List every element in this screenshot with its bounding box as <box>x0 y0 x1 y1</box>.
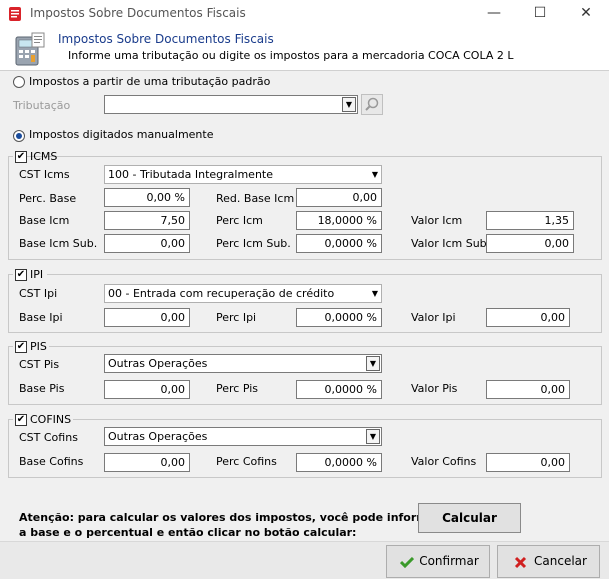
cst-ipi-label: CST Ipi <box>19 287 58 300</box>
perc-icm-input[interactable]: 18,0000 % <box>296 211 382 230</box>
cofins-group-header: ✔ COFINS <box>13 413 73 426</box>
chevron-down-icon: ▼ <box>371 289 378 298</box>
cst-cofins-select[interactable]: Outras Operações ▼ <box>104 427 382 446</box>
base-icm-label: Base Icm <box>19 214 70 227</box>
perc-cofins-label: Perc Cofins <box>216 455 277 468</box>
valor-icm-sub-input[interactable]: 0,00 <box>486 234 574 253</box>
window-title: Impostos Sobre Documentos Fiscais <box>30 6 246 20</box>
chevron-down-icon: ▼ <box>366 429 380 444</box>
icms-group-label: ICMS <box>30 150 58 163</box>
ipi-group-header: ✔ IPI <box>13 268 47 281</box>
close-button[interactable]: ✕ <box>563 0 609 28</box>
cofins-group-label: COFINS <box>30 413 72 426</box>
notice-line-2: a base e o percentual e então clicar no … <box>19 526 357 539</box>
perc-ipi-input[interactable]: 0,0000 % <box>296 308 382 327</box>
cofins-checkbox[interactable]: ✔ <box>15 414 27 426</box>
perc-ipi-label: Perc Ipi <box>216 311 257 324</box>
perc-icm-sub-label: Perc Icm Sub. <box>216 237 291 250</box>
ipi-group-label: IPI <box>30 268 44 281</box>
header-title: Impostos Sobre Documentos Fiscais <box>58 32 274 46</box>
perc-base-label: Perc. Base <box>19 192 77 205</box>
ipi-checkbox[interactable]: ✔ <box>15 269 27 281</box>
cst-ipi-value: 00 - Entrada com recuperação de crédito <box>108 287 335 300</box>
perc-base-input[interactable]: 0,00 % <box>104 188 190 207</box>
title-bar: Impostos Sobre Documentos Fiscais — ☐ ✕ <box>0 0 609 28</box>
cancelar-button[interactable]: Cancelar <box>497 545 600 578</box>
maximize-button[interactable]: ☐ <box>517 0 563 28</box>
cancelar-label: Cancelar <box>534 554 587 568</box>
perc-icm-sub-input[interactable]: 0,0000 % <box>296 234 382 253</box>
radio-impostos-manuais-label: Impostos digitados manualmente <box>29 128 214 141</box>
pis-checkbox[interactable]: ✔ <box>15 341 27 353</box>
base-ipi-input[interactable]: 0,00 <box>104 308 190 327</box>
valor-ipi-input[interactable]: 0,00 <box>486 308 570 327</box>
cst-pis-select[interactable]: Outras Operações ▼ <box>104 354 382 373</box>
valor-icm-label: Valor Icm <box>411 214 463 227</box>
valor-pis-input[interactable]: 0,00 <box>486 380 570 399</box>
tributacao-label: Tributação <box>13 99 71 112</box>
perc-pis-label: Perc Pis <box>216 382 259 395</box>
base-icm-input[interactable]: 7,50 <box>104 211 190 230</box>
cst-icms-select[interactable]: 100 - Tributada Integralmente ▼ <box>104 165 382 184</box>
calcular-button[interactable]: Calcular <box>418 503 521 533</box>
icms-group-header: ✔ ICMS <box>13 150 57 163</box>
valor-icm-sub-label: Valor Icm Sub. <box>411 237 491 250</box>
base-ipi-label: Base Ipi <box>19 311 63 324</box>
perc-pis-input[interactable]: 0,0000 % <box>296 380 382 399</box>
base-pis-input[interactable]: 0,00 <box>104 380 190 399</box>
red-base-icm-input[interactable]: 0,00 <box>296 188 382 207</box>
app-icon <box>9 7 21 21</box>
cst-cofins-label: CST Cofins <box>19 431 78 444</box>
base-icm-sub-input[interactable]: 0,00 <box>104 234 190 253</box>
tributacao-search-button[interactable] <box>361 94 383 115</box>
minimize-button[interactable]: — <box>471 0 517 28</box>
calcular-label: Calcular <box>442 511 497 525</box>
cst-ipi-select[interactable]: 00 - Entrada com recuperação de crédito … <box>104 284 382 303</box>
close-icon: ✕ <box>580 5 592 21</box>
base-cofins-label: Base Cofins <box>19 455 84 468</box>
maximize-icon: ☐ <box>533 5 547 21</box>
dialog-header: Impostos Sobre Documentos Fiscais Inform… <box>0 28 609 71</box>
radio-tributacao-padrao-label: Impostos a partir de uma tributação padr… <box>29 75 271 88</box>
valor-icm-input[interactable]: 1,35 <box>486 211 574 230</box>
base-cofins-input[interactable]: 0,00 <box>104 453 190 472</box>
cst-cofins-value: Outras Operações <box>108 430 208 443</box>
base-pis-label: Base Pis <box>19 382 65 395</box>
valor-cofins-label: Valor Cofins <box>411 455 477 468</box>
calculation-notice: Atenção: para calcular os valores dos im… <box>19 510 441 540</box>
notice-line-1: Atenção: para calcular os valores dos im… <box>19 511 441 524</box>
icms-checkbox[interactable]: ✔ <box>15 151 27 163</box>
cst-pis-value: Outras Operações <box>108 357 208 370</box>
search-icon <box>365 97 379 111</box>
check-icon <box>400 557 414 568</box>
radio-impostos-manuais[interactable] <box>13 130 25 142</box>
perc-cofins-input[interactable]: 0,0000 % <box>296 453 382 472</box>
radio-tributacao-padrao[interactable] <box>13 76 25 88</box>
cst-icms-label: CST Icms <box>19 168 70 181</box>
minimize-icon: — <box>487 5 501 21</box>
chevron-down-icon: ▼ <box>371 170 378 179</box>
pis-group-header: ✔ PIS <box>13 340 49 353</box>
pis-group-label: PIS <box>30 340 47 353</box>
cancel-icon <box>514 556 527 569</box>
cst-icms-value: 100 - Tributada Integralmente <box>108 168 273 181</box>
header-subtitle: Informe uma tributação ou digite os impo… <box>68 49 514 62</box>
chevron-down-icon: ▼ <box>366 356 380 371</box>
valor-ipi-label: Valor Ipi <box>411 311 456 324</box>
confirmar-button[interactable]: Confirmar <box>386 545 490 578</box>
base-icm-sub-label: Base Icm Sub. <box>19 237 98 250</box>
valor-pis-label: Valor Pis <box>411 382 458 395</box>
confirmar-label: Confirmar <box>419 554 479 568</box>
calculator-icon <box>15 32 45 66</box>
red-base-icm-label: Red. Base Icm <box>216 192 295 205</box>
valor-cofins-input[interactable]: 0,00 <box>486 453 570 472</box>
perc-icm-label: Perc Icm <box>216 214 263 227</box>
tributacao-select[interactable]: ▼ <box>104 95 358 114</box>
chevron-down-icon: ▼ <box>342 97 356 112</box>
cst-pis-label: CST Pis <box>19 358 60 371</box>
